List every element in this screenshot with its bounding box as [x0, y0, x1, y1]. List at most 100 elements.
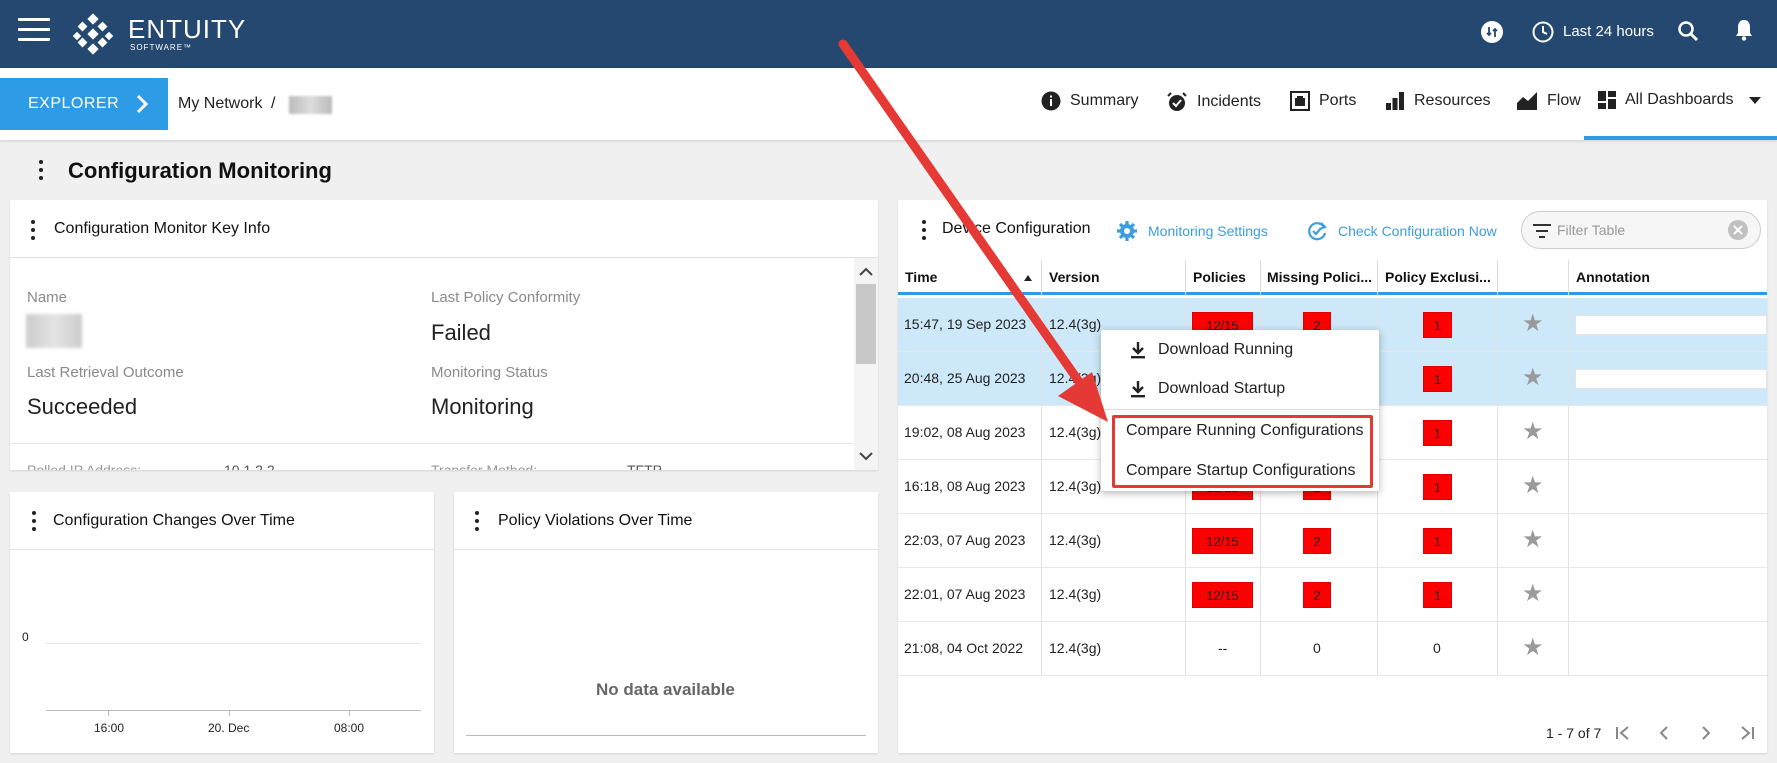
- cell-time: 22:01, 07 Aug 2023: [904, 586, 1026, 602]
- star-icon[interactable]: ★: [1522, 582, 1544, 606]
- chart-x-axis: [46, 710, 421, 711]
- table-row[interactable]: 21:08, 04 Oct 2022 12.4(3g) -- 0 0 ★: [898, 622, 1767, 676]
- cell-version: 12.4(3g): [1049, 478, 1102, 494]
- breadcrumb-device-redacted: [289, 96, 332, 114]
- gear-icon: [1117, 221, 1137, 241]
- entuity-logo-icon: [72, 13, 114, 55]
- tab-resources[interactable]: Resources: [1385, 91, 1490, 111]
- search-icon[interactable]: [1676, 19, 1700, 43]
- time-range-selector[interactable]: Last 24 hours: [1563, 23, 1654, 40]
- last-page-icon[interactable]: [1738, 724, 1756, 742]
- filter-icon: [1533, 224, 1551, 238]
- tab-all-dashboards-label: All Dashboards: [1625, 91, 1734, 108]
- tab-flow[interactable]: Flow: [1516, 91, 1581, 111]
- menu-download-running-label: Download Running: [1158, 341, 1294, 358]
- divider: [10, 443, 854, 444]
- key-info-clipped-row: Polled IP Address: 10.1.2.2 Transfer Met…: [10, 454, 854, 470]
- star-icon[interactable]: ★: [1522, 474, 1544, 498]
- table-row[interactable]: 22:03, 07 Aug 2023 12.4(3g) 12/15 2 1 ★: [898, 514, 1767, 568]
- prev-page-icon[interactable]: [1655, 724, 1673, 742]
- first-page-icon[interactable]: [1614, 724, 1632, 742]
- tab-summary[interactable]: Summary: [1041, 91, 1138, 111]
- clear-filter-icon[interactable]: [1727, 219, 1749, 241]
- cell-version: 12.4(3g): [1049, 532, 1102, 548]
- scroll-up-icon[interactable]: [854, 262, 878, 282]
- last-policy-label: Last Policy Conformity: [431, 289, 581, 306]
- download-icon: [1131, 381, 1145, 398]
- device-config-menu-kebab-icon[interactable]: [921, 220, 927, 240]
- star-icon[interactable]: ★: [1522, 636, 1544, 660]
- col-policies[interactable]: Policies: [1193, 269, 1246, 285]
- check-config-now-button[interactable]: Check Configuration Now: [1306, 220, 1497, 242]
- filter-table-input[interactable]: Filter Table: [1521, 211, 1761, 249]
- cell-exclusions-badge: 1: [1423, 582, 1452, 608]
- sync-icon[interactable]: [1480, 20, 1504, 44]
- col-version[interactable]: Version: [1049, 269, 1100, 285]
- x-axis-tick-label: 08:00: [334, 721, 365, 735]
- dashboard-icon: [1598, 91, 1616, 109]
- policy-violations-panel: Policy Violations Over Time No data avai…: [454, 492, 878, 753]
- cell-missing: 0: [1313, 640, 1321, 656]
- col-policy-exclusions[interactable]: Policy Exclusi...: [1385, 269, 1491, 285]
- tab-flow-label: Flow: [1547, 92, 1581, 109]
- x-axis-tickmark: [349, 710, 350, 716]
- brand-name: ENTUITY: [128, 14, 247, 44]
- menu-icon[interactable]: [18, 18, 50, 42]
- info-icon: [1041, 91, 1061, 111]
- table-row[interactable]: 22:01, 07 Aug 2023 12.4(3g) 12/15 2 1 ★: [898, 568, 1767, 622]
- nav-bar: EXPLORER My Network / Summary Incidents …: [0, 68, 1777, 140]
- star-icon[interactable]: ★: [1522, 528, 1544, 552]
- monitoring-settings-button[interactable]: Monitoring Settings: [1116, 220, 1268, 242]
- tab-ports[interactable]: Ports: [1290, 91, 1356, 111]
- config-changes-title: Configuration Changes Over Time: [53, 512, 295, 529]
- cell-time: 21:08, 04 Oct 2022: [904, 640, 1024, 656]
- explorer-label: EXPLORER: [28, 95, 120, 112]
- tab-resources-label: Resources: [1414, 92, 1491, 109]
- page-menu-kebab-icon[interactable]: [38, 160, 44, 180]
- col-missing-policies[interactable]: Missing Polici...: [1267, 269, 1372, 285]
- star-icon[interactable]: ★: [1522, 366, 1544, 390]
- breadcrumb-my-network[interactable]: My Network: [178, 95, 262, 113]
- caret-down-icon: [1748, 97, 1761, 104]
- transfer-method-value: TFTP: [627, 462, 662, 470]
- explorer-button[interactable]: EXPLORER: [0, 78, 168, 130]
- star-icon[interactable]: ★: [1522, 312, 1544, 336]
- policy-violations-menu-kebab-icon[interactable]: [474, 511, 480, 531]
- tab-all-dashboards[interactable]: All Dashboards: [1584, 91, 1777, 140]
- tab-incidents-label: Incidents: [1197, 93, 1262, 110]
- star-icon[interactable]: ★: [1522, 420, 1544, 444]
- next-page-icon[interactable]: [1697, 724, 1715, 742]
- menu-download-startup[interactable]: Download Startup: [1101, 371, 1379, 407]
- brand-subtitle: SOFTWARE™: [130, 43, 193, 52]
- cell-time: 16:18, 08 Aug 2023: [904, 478, 1026, 494]
- breadcrumb-separator: /: [271, 95, 276, 112]
- config-changes-menu-kebab-icon[interactable]: [31, 511, 37, 531]
- scroll-thumb[interactable]: [856, 284, 876, 364]
- col-annotation[interactable]: Annotation: [1576, 269, 1650, 285]
- bell-icon[interactable]: [1732, 18, 1756, 42]
- key-info-menu-kebab-icon[interactable]: [30, 220, 36, 240]
- annotation-input[interactable]: [1575, 369, 1767, 389]
- monitoring-settings-label: Monitoring Settings: [1148, 223, 1268, 239]
- scroll-down-icon[interactable]: [854, 446, 878, 466]
- col-time[interactable]: Time: [905, 269, 937, 285]
- cell-exclusions: 0: [1433, 640, 1441, 656]
- cell-policies-badge: 12/15: [1192, 528, 1253, 554]
- key-info-panel: Configuration Monitor Key Info Name Last…: [10, 200, 878, 470]
- polled-ip-label: Polled IP Address:: [27, 462, 142, 470]
- sort-asc-icon[interactable]: [1023, 274, 1033, 282]
- cell-exclusions-badge: 1: [1423, 420, 1452, 446]
- menu-download-running[interactable]: Download Running: [1101, 332, 1379, 368]
- x-axis-tick-label: 16:00: [94, 721, 125, 735]
- tab-incidents[interactable]: Incidents: [1166, 91, 1261, 113]
- key-info-scrollbar[interactable]: [854, 258, 878, 470]
- alarm-clock-icon: [1167, 92, 1187, 111]
- device-config-title: Device Configuration: [942, 220, 1091, 237]
- monitoring-status-value: Monitoring: [431, 394, 534, 419]
- cell-version: 12.4(3g): [1049, 316, 1102, 332]
- last-retrieval-label: Last Retrieval Outcome: [27, 364, 184, 381]
- clock-icon[interactable]: [1531, 20, 1555, 44]
- no-data-message: No data available: [596, 680, 735, 699]
- key-info-title: Configuration Monitor Key Info: [54, 220, 271, 237]
- annotation-input[interactable]: [1575, 315, 1767, 335]
